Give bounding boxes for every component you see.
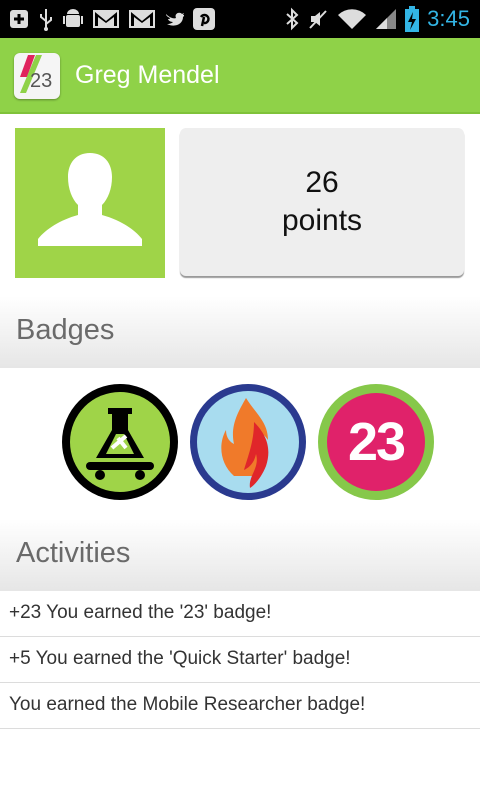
status-right: 3:45 <box>285 4 470 34</box>
activity-item[interactable]: You earned the Mobile Researcher badge! <box>0 683 480 729</box>
badge-23-label: 23 <box>347 412 406 472</box>
usb-icon <box>40 9 52 31</box>
avatar[interactable] <box>15 128 165 278</box>
activity-text: +23 You earned the '23' badge! <box>9 602 272 623</box>
page-title: Greg Mendel <box>75 61 220 89</box>
points-label: points <box>281 204 363 237</box>
activities-header: Activities <box>0 519 480 591</box>
action-bar: 23 Greg Mendel <box>0 38 480 114</box>
gmail-icon <box>129 10 155 28</box>
status-time: 3:45 <box>427 6 470 31</box>
badges-title: Badges <box>16 314 115 346</box>
app-logo-text: 23 <box>30 70 53 92</box>
badges-header: Badges <box>0 296 480 368</box>
notification-icons <box>8 6 216 32</box>
points-card[interactable]: 26 points <box>180 128 464 276</box>
activity-item[interactable]: +5 You earned the 'Quick Starter' badge! <box>0 637 480 683</box>
mute-icon <box>309 10 327 29</box>
android-debug-icon <box>63 9 83 27</box>
wifi-icon <box>338 9 367 29</box>
activity-text: You earned the Mobile Researcher badge! <box>9 694 366 715</box>
user-silhouette-icon <box>38 153 142 246</box>
signal-icon <box>376 9 397 29</box>
activity-text: +5 You earned the 'Quick Starter' badge! <box>9 648 351 669</box>
gmail-icon <box>93 10 119 28</box>
quick-starter-badge[interactable] <box>188 382 308 502</box>
app-logo-icon[interactable]: 23 <box>14 53 60 99</box>
badge-23[interactable]: 23 <box>316 382 436 502</box>
pinterest-icon <box>193 8 215 30</box>
flame-icon <box>190 384 306 500</box>
activities-title: Activities <box>16 537 131 569</box>
activity-item[interactable]: +23 You earned the '23' badge! <box>0 591 480 637</box>
status-bar: 3:45 <box>0 0 480 38</box>
bluetooth-icon <box>286 7 299 31</box>
mobile-researcher-badge[interactable] <box>60 382 180 502</box>
battery-charging-icon <box>405 6 420 32</box>
twitter-icon <box>166 12 184 26</box>
points-value: 26 <box>305 166 339 199</box>
flask-skateboard-icon <box>62 384 178 500</box>
notification-plus-icon <box>10 10 28 28</box>
